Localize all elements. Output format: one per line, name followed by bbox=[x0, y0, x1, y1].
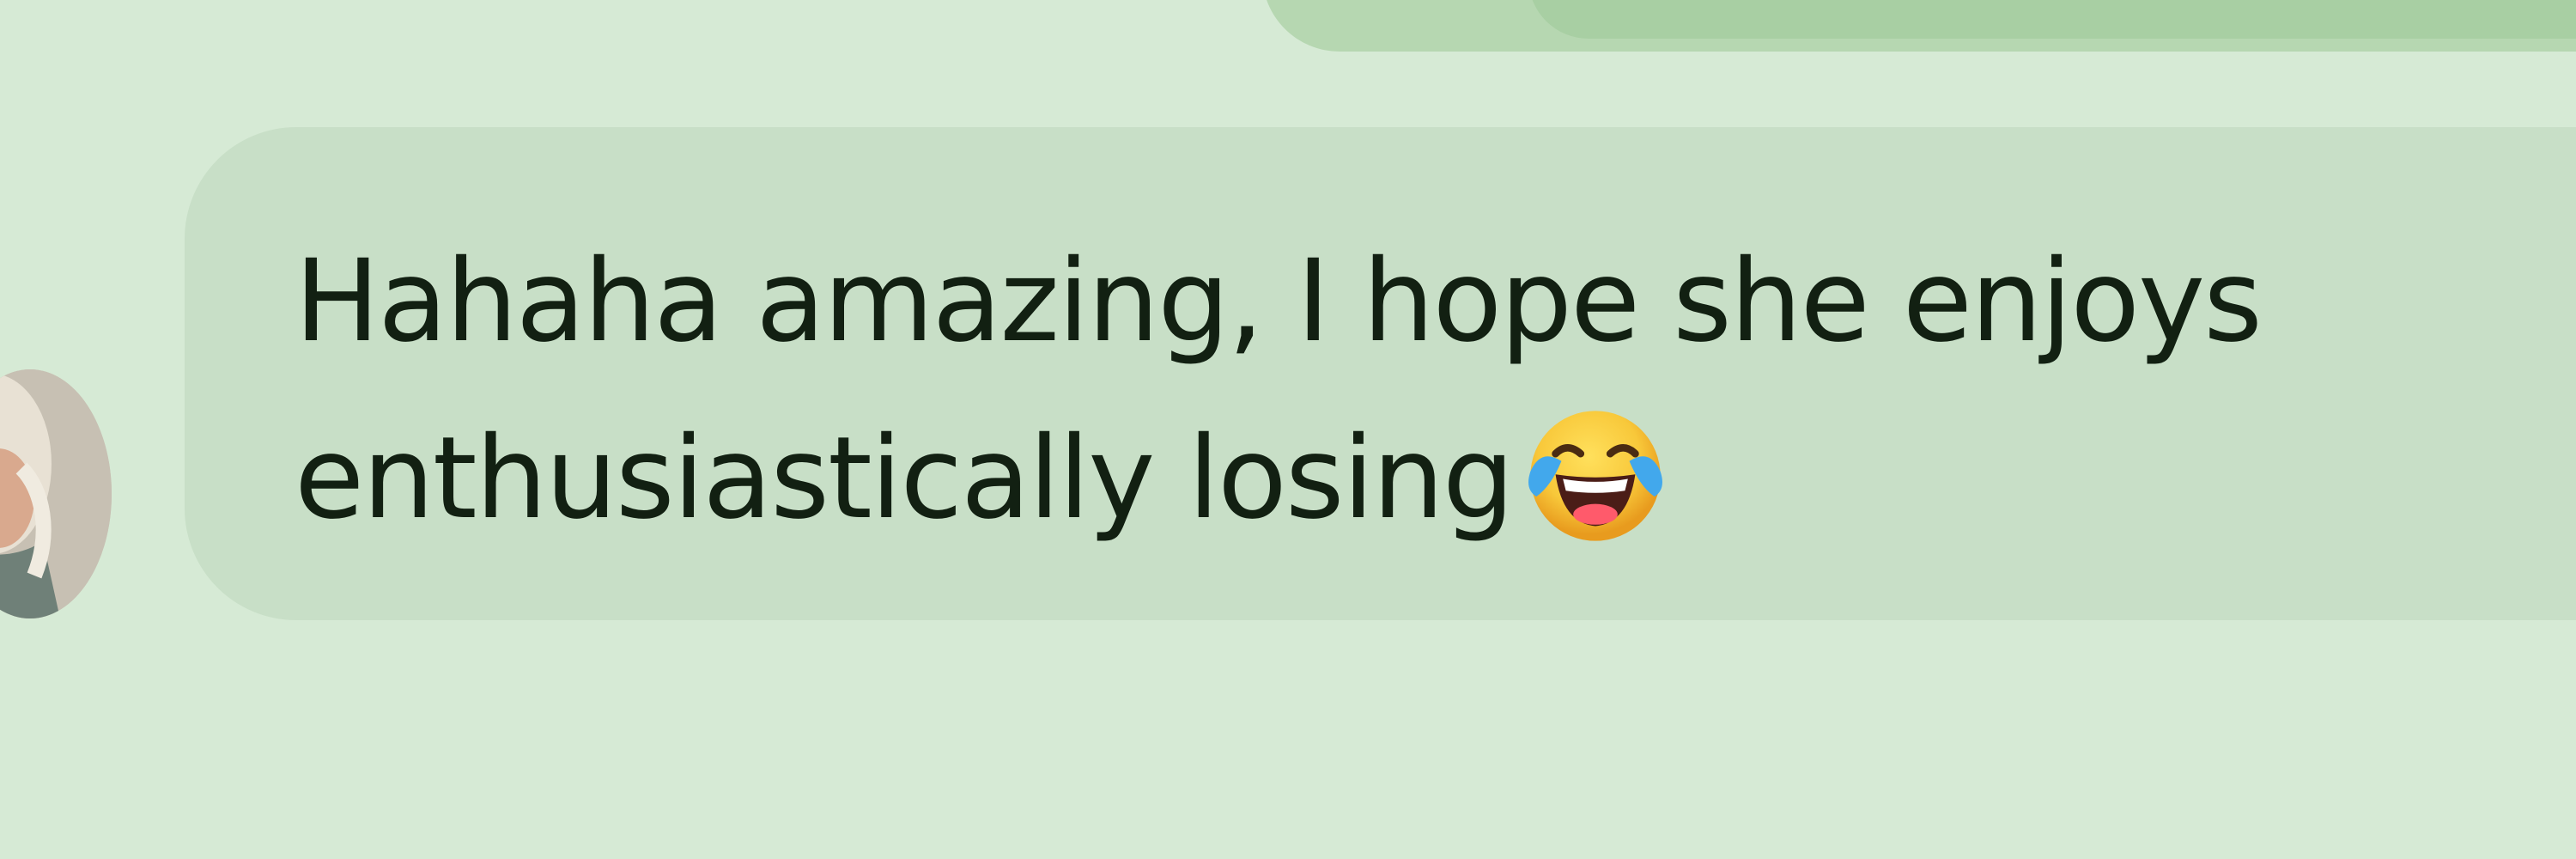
avatar[interactable] bbox=[0, 369, 112, 618]
message-text: Hahaha amazing, I hope she enjoys enthus… bbox=[295, 213, 2576, 567]
chat-area: Hahaha amazing, I hope she enjoys enthus… bbox=[0, 0, 2576, 859]
incoming-message-bubble[interactable]: Hahaha amazing, I hope she enjoys enthus… bbox=[185, 127, 2576, 620]
message-line-1: Hahaha amazing, I hope she enjoys bbox=[295, 235, 2263, 368]
avatar-photo bbox=[0, 369, 112, 618]
previous-outgoing-message-fill bbox=[1528, 0, 2576, 39]
face-with-tears-of-joy-icon bbox=[1522, 402, 1669, 550]
message-line-2: enthusiastically losing bbox=[295, 412, 1515, 545]
